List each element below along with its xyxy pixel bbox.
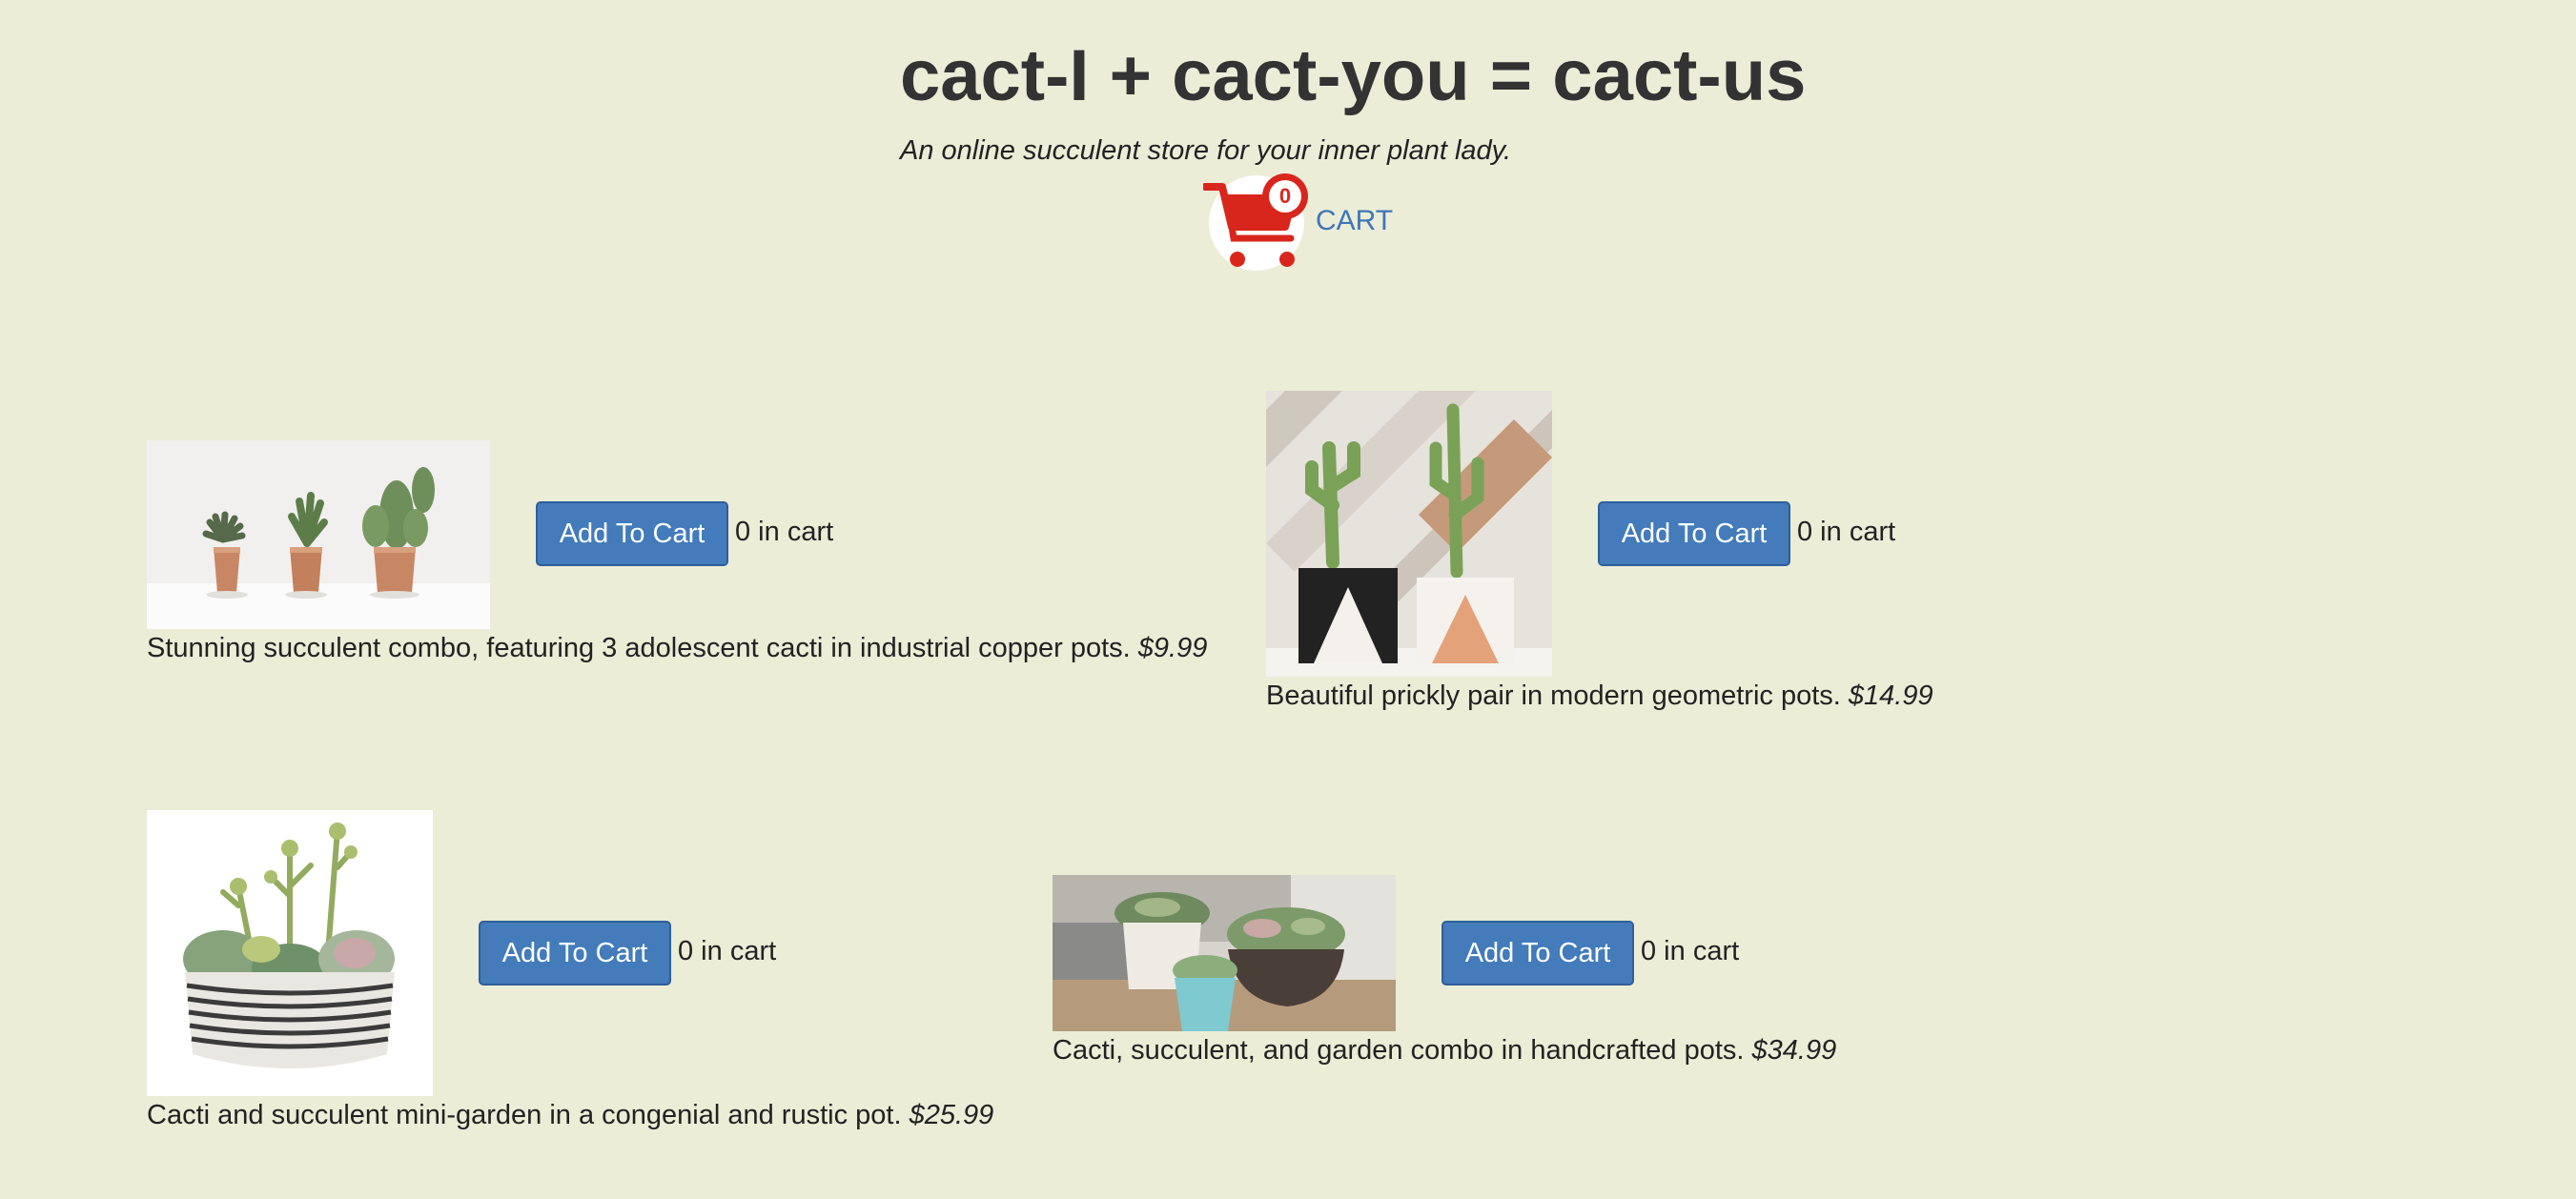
product-description: Cacti and succulent mini-garden in a con… xyxy=(147,1096,993,1134)
product-card: Add To Cart 0 in cart Beautiful prickly … xyxy=(1266,391,1991,715)
three-cacti-in-copper-pots-photo xyxy=(147,440,490,629)
product-price: $14.99 xyxy=(1848,681,1933,711)
product-price: $25.99 xyxy=(909,1100,994,1130)
succulent-mini-garden-bowl-photo xyxy=(147,810,433,1096)
product-description: Cacti, succulent, and garden combo in ha… xyxy=(1053,1031,1836,1069)
site-title: cact-I + cact-you = cact-us xyxy=(900,35,1807,116)
succulents-in-handcrafted-pots-photo xyxy=(1053,875,1396,1031)
cart-link[interactable]: 0 CART xyxy=(1201,168,1394,273)
product-card: Add To Cart 0 in cart Cacti and succulen… xyxy=(147,810,1005,1134)
product-description: Stunning succulent combo, featuring 3 ad… xyxy=(147,629,1207,667)
description-text: Beautiful prickly pair in modern geometr… xyxy=(1266,681,1841,711)
product-card: Add To Cart 0 in cart Stunning succulent… xyxy=(147,440,1207,679)
add-to-cart-button[interactable]: Add To Cart xyxy=(479,921,671,986)
cart-count-badge: 0 xyxy=(1278,184,1292,208)
product-price: $9.99 xyxy=(1137,633,1208,663)
add-to-cart-button[interactable]: Add To Cart xyxy=(1441,921,1634,986)
site-header: cact-I + cact-you = cact-us An online su… xyxy=(0,0,2576,286)
description-text: Stunning succulent combo, featuring 3 ad… xyxy=(147,633,1131,663)
product-description: Beautiful prickly pair in modern geometr… xyxy=(1266,677,1933,715)
add-to-cart-button[interactable]: Add To Cart xyxy=(1598,501,1790,566)
product-price: $34.99 xyxy=(1751,1035,1837,1066)
description-text: Cacti and succulent mini-garden in a con… xyxy=(147,1100,902,1130)
cart-label[interactable]: CART xyxy=(1316,202,1393,240)
site-tagline: An online succulent store for your inner… xyxy=(900,135,1512,166)
in-cart-count: 0 in cart xyxy=(1797,517,1896,547)
product-card: Add To Cart 0 in cart Cacti, succulent, … xyxy=(1053,875,1891,1113)
two-cacti-in-geometric-pots-photo xyxy=(1266,391,1552,677)
add-to-cart-button[interactable]: Add To Cart xyxy=(536,501,728,566)
in-cart-count: 0 in cart xyxy=(678,936,777,966)
in-cart-count: 0 in cart xyxy=(1641,936,1740,966)
description-text: Cacti, succulent, and garden combo in ha… xyxy=(1053,1035,1745,1066)
in-cart-count: 0 in cart xyxy=(735,517,834,547)
